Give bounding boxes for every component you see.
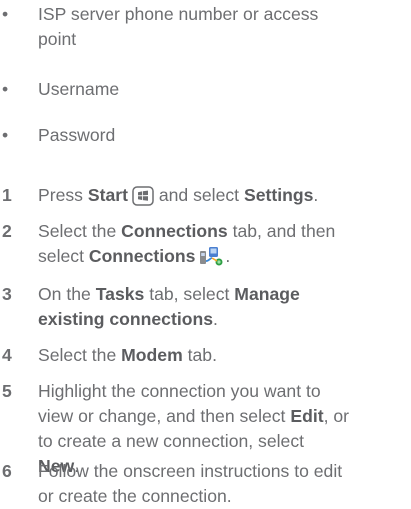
step-number: 1: [2, 185, 12, 205]
step-text: Follow the onscreen instructions to edit…: [38, 461, 343, 506]
step-number: 2: [2, 221, 12, 241]
step-number: 5: [2, 381, 12, 401]
step-text: Select the Modem tab.: [38, 345, 217, 365]
windows-start-icon: [132, 186, 154, 213]
step-number: 3: [2, 284, 12, 304]
list-item-text: Username: [38, 79, 120, 99]
step-number: 6: [2, 461, 12, 481]
step-text: Press Start and select Settings.: [38, 183, 403, 213]
bullet-icon: •: [2, 4, 9, 24]
bullet-icon: •: [2, 79, 9, 99]
list-item-text: ISP server phone number or access point: [38, 4, 319, 49]
step-number: 4: [2, 345, 12, 365]
step-text: Select the Connections tab, and then sele…: [38, 219, 403, 274]
connections-icon: [199, 245, 225, 274]
bullet-icon: •: [2, 125, 9, 145]
list-item-text: Password: [38, 125, 116, 145]
step-text: On the Tasks tab, select Manage existing …: [38, 284, 300, 329]
